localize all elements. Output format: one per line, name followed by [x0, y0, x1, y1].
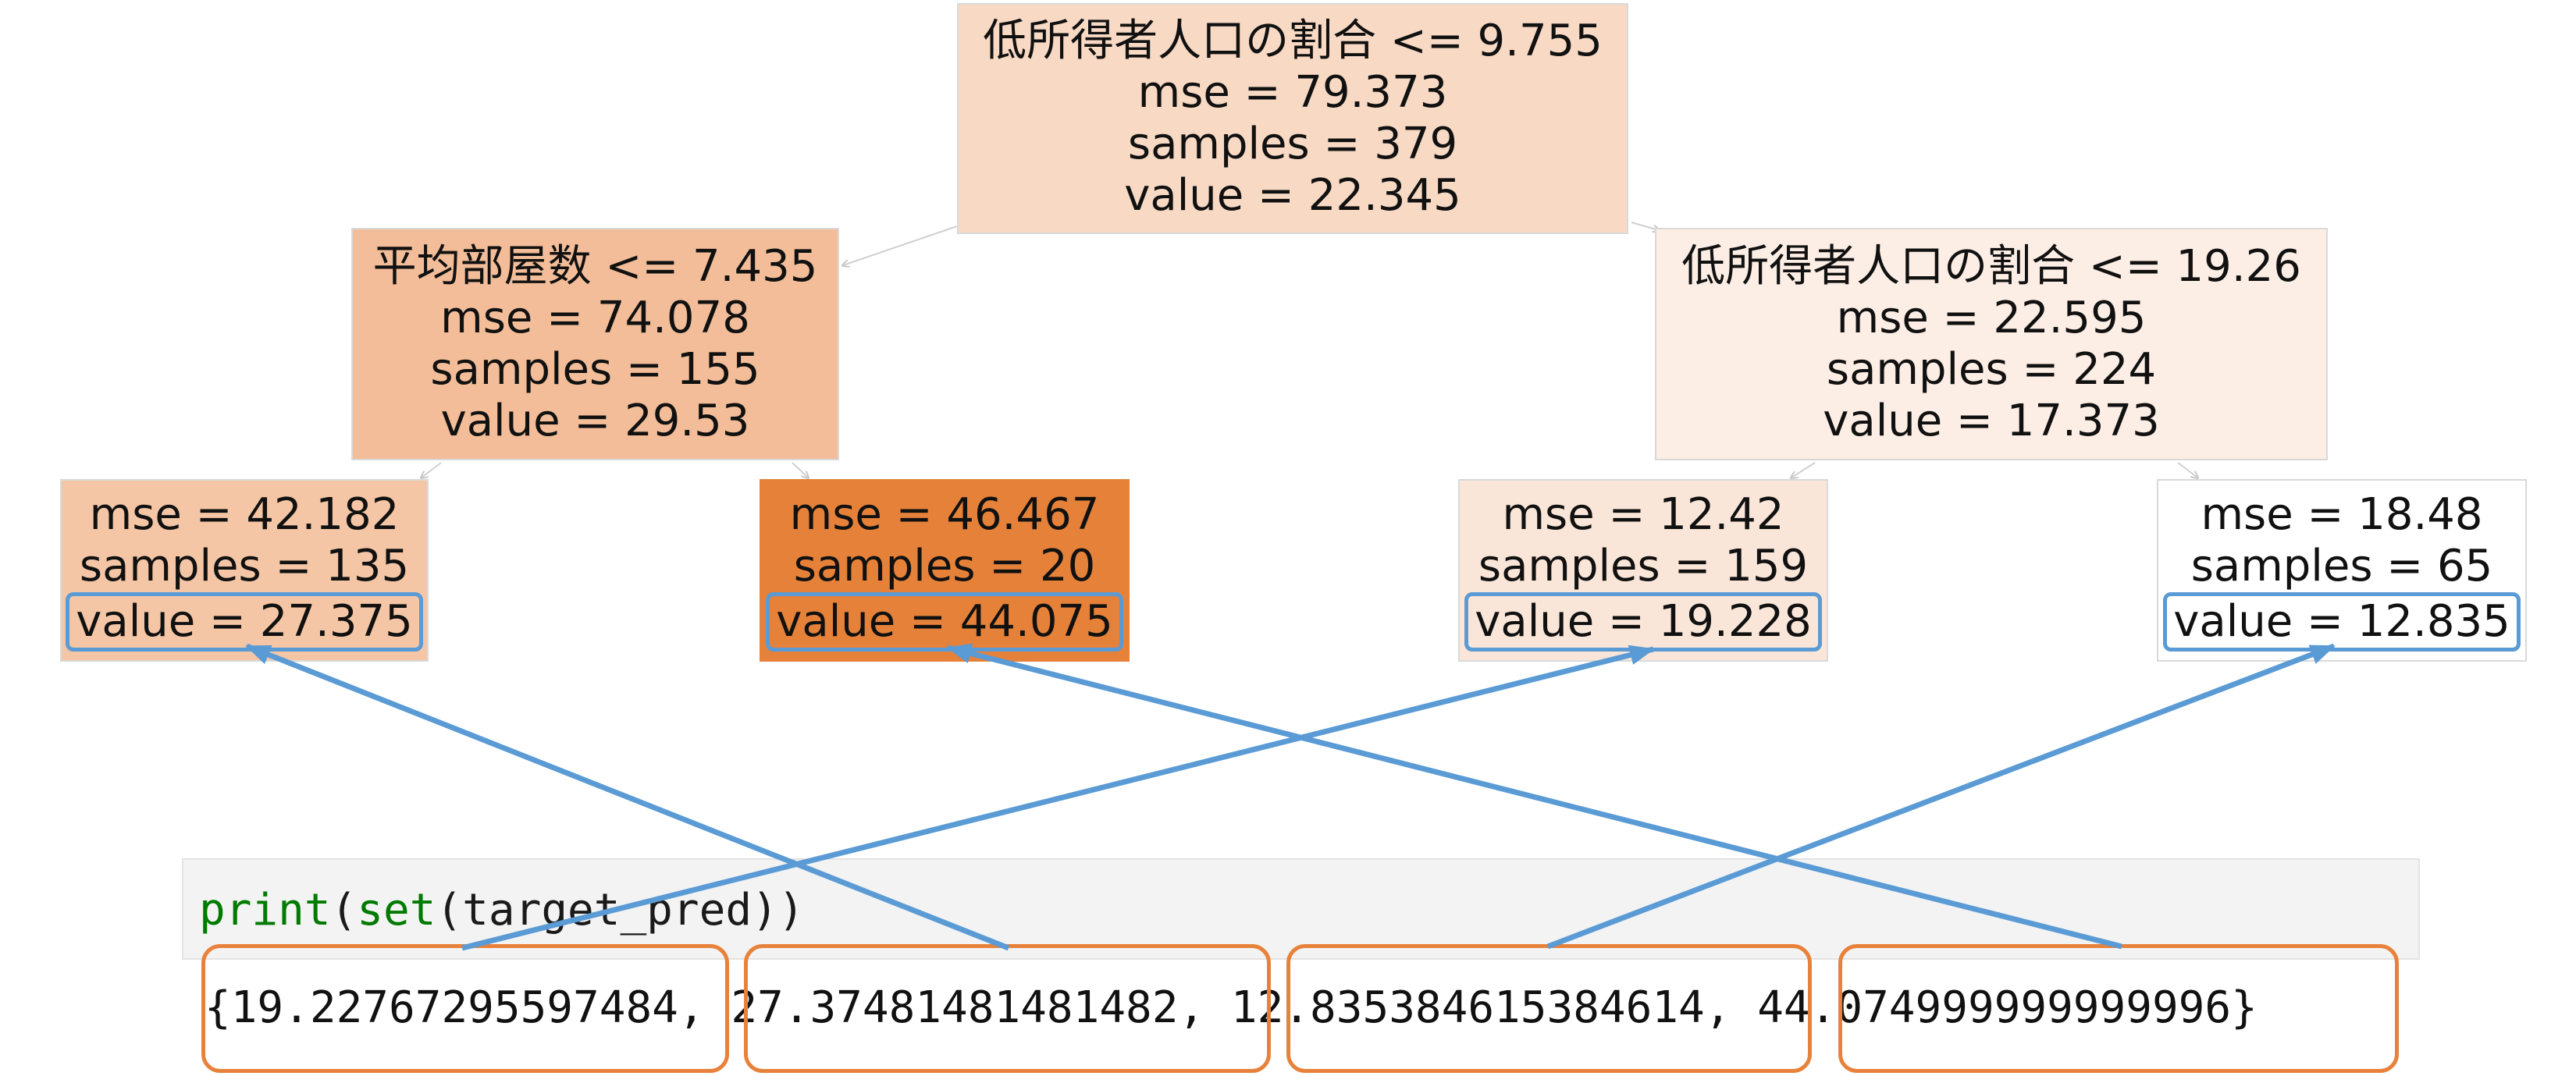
- node-samples: samples = 65: [2190, 541, 2493, 591]
- node-condition: 低所得者人口の割合 <= 19.26: [1681, 241, 2301, 292]
- node-samples: samples = 379: [1127, 119, 1458, 169]
- tree-leaf-3: mse = 12.42 samples = 159 value = 19.228: [1458, 479, 1828, 662]
- tree-leaf-1: mse = 42.182 samples = 135 value = 27.37…: [60, 479, 429, 662]
- edge-left-leaflr: [792, 462, 808, 478]
- node-mse: mse = 18.48: [2201, 489, 2483, 540]
- node-samples: samples = 155: [430, 344, 760, 395]
- node-condition: 低所得者人口の割合 <= 9.755: [983, 16, 1603, 66]
- output-box-4: [1838, 944, 2399, 1073]
- output-box-3: [1286, 944, 1812, 1073]
- output-box-1: [201, 944, 729, 1073]
- node-value: value = 29.53: [440, 396, 750, 446]
- code-argument: (target_pred)): [436, 885, 805, 936]
- node-samples: samples = 159: [1478, 541, 1809, 591]
- code-print-keyword: print: [199, 885, 331, 936]
- decision-tree-figure: 低所得者人口の割合 <= 9.755 mse = 79.373 samples …: [0, 0, 2576, 1076]
- edge-right-leafrl: [1791, 462, 1816, 478]
- tree-node-root: 低所得者人口の割合 <= 9.755 mse = 79.373 samples …: [957, 3, 1628, 234]
- node-condition: 平均部屋数 <= 7.435: [372, 241, 818, 292]
- node-value-highlight: value = 27.375: [66, 592, 423, 652]
- tree-leaf-4: mse = 18.48 samples = 65 value = 12.835: [2157, 479, 2527, 662]
- output-box-2: [744, 944, 1271, 1073]
- node-samples: samples = 20: [793, 541, 1096, 591]
- node-samples: samples = 135: [79, 541, 410, 591]
- node-mse: mse = 74.078: [440, 293, 750, 343]
- node-value: value = 22.345: [1124, 170, 1461, 221]
- node-value-highlight: value = 19.228: [1464, 592, 1822, 652]
- edge-root-left: [843, 225, 958, 265]
- node-samples: samples = 224: [1826, 344, 2157, 395]
- code-paren: (: [330, 885, 358, 936]
- node-mse: mse = 22.595: [1836, 293, 2147, 343]
- tree-node-left: 平均部屋数 <= 7.435 mse = 74.078 samples = 15…: [351, 228, 839, 460]
- node-value-highlight: value = 44.075: [766, 592, 1123, 652]
- node-value: value = 17.373: [1823, 396, 2160, 446]
- tree-leaf-2: mse = 46.467 samples = 20 value = 44.075: [760, 479, 1130, 662]
- code-set-keyword: set: [357, 885, 436, 936]
- code-line: print(set(target_pred)): [199, 885, 804, 936]
- node-mse: mse = 42.182: [89, 489, 400, 540]
- edge-right-leafrr: [2177, 462, 2197, 478]
- tree-node-right: 低所得者人口の割合 <= 19.26 mse = 22.595 samples …: [1655, 228, 2328, 460]
- node-mse: mse = 79.373: [1137, 67, 1448, 118]
- edge-left-leafll: [422, 462, 442, 478]
- node-mse: mse = 46.467: [789, 489, 1100, 540]
- node-value-highlight: value = 12.835: [2163, 592, 2521, 652]
- node-mse: mse = 12.42: [1502, 489, 1784, 540]
